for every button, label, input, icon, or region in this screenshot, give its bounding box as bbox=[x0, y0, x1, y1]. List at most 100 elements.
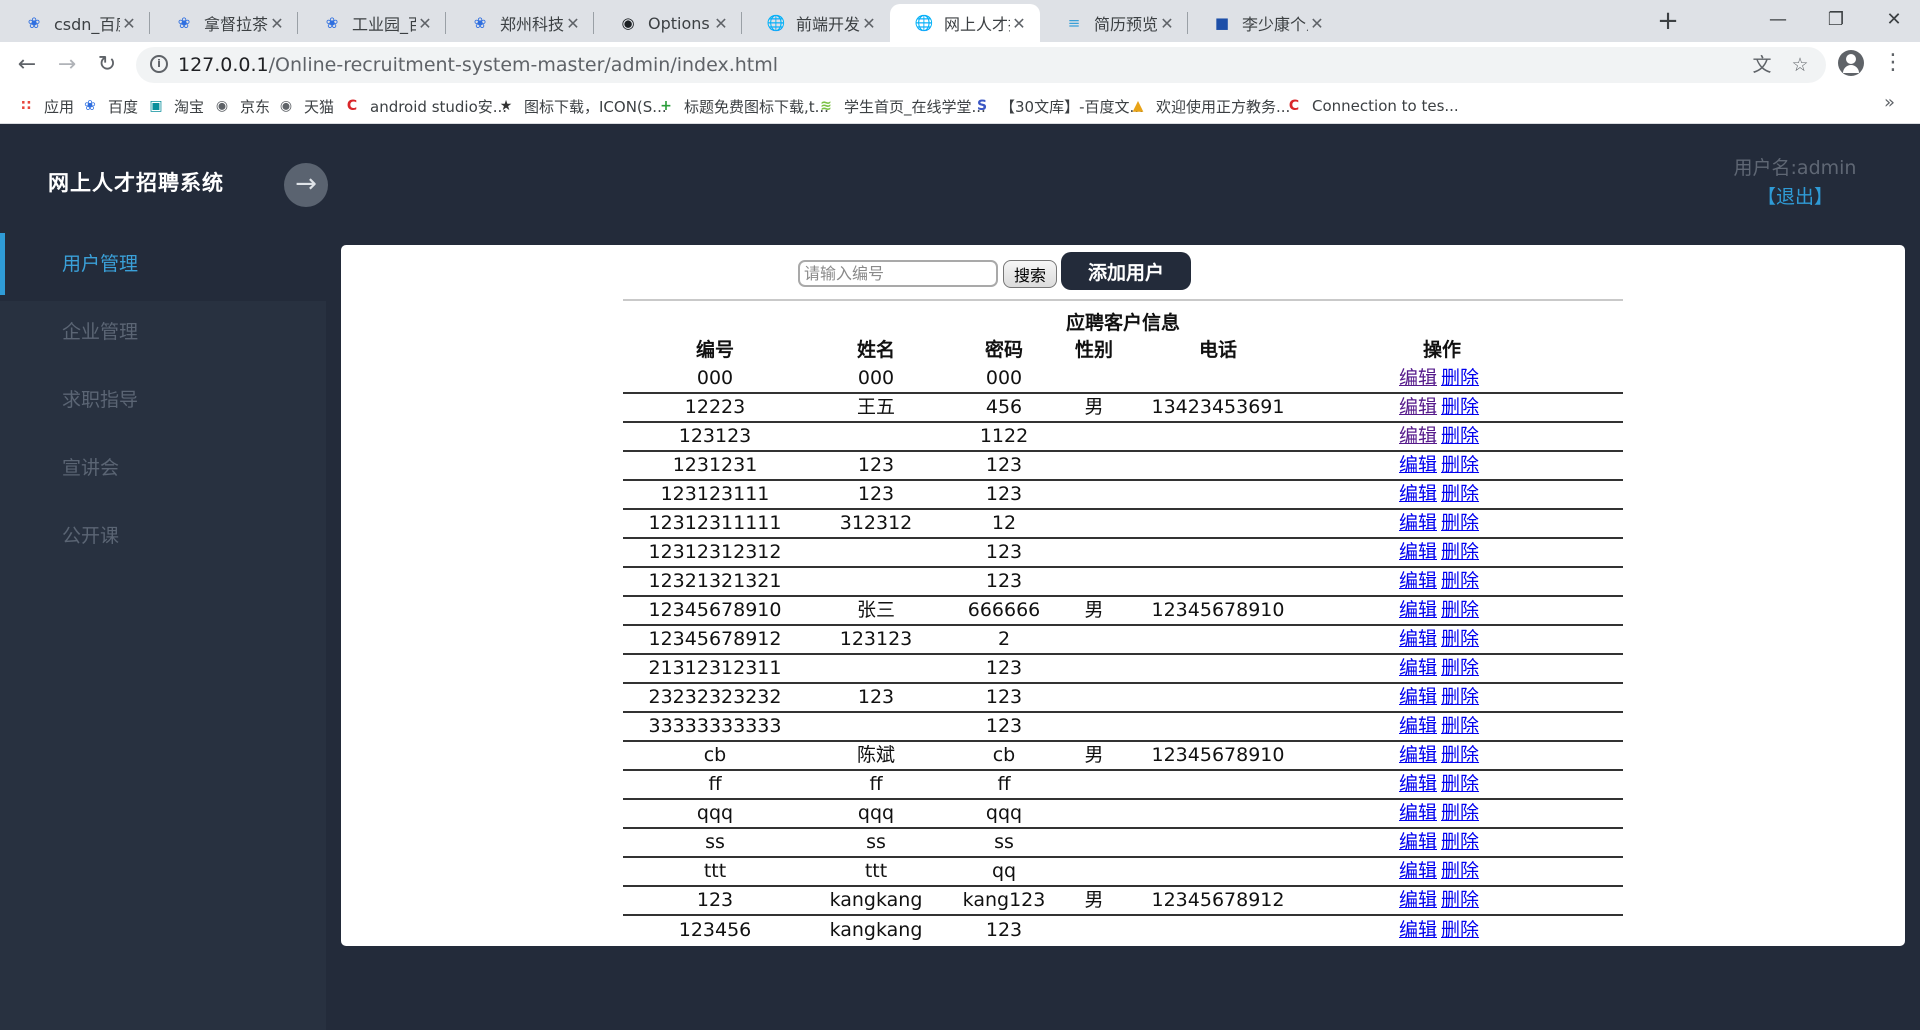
close-window-icon[interactable]: ✕ bbox=[1864, 0, 1920, 42]
browser-tab[interactable]: ≡ 简历预览-网上✕ bbox=[1040, 4, 1188, 42]
close-tab-icon[interactable]: ✕ bbox=[416, 14, 434, 33]
bookmark-item[interactable]: ◉ 天猫 bbox=[276, 94, 334, 118]
bookmark-item[interactable]: S 【30文库】-百度文... bbox=[972, 94, 1144, 118]
csdn-icon: C bbox=[346, 98, 358, 114]
edit-link[interactable]: 编辑 bbox=[1399, 541, 1437, 563]
delete-link[interactable]: 删除 bbox=[1441, 686, 1479, 708]
browser-tab[interactable]: ❀ 郑州科技学院✕ bbox=[446, 4, 594, 42]
close-tab-icon[interactable]: ✕ bbox=[860, 14, 878, 33]
delete-link[interactable]: 删除 bbox=[1441, 541, 1479, 563]
edit-link[interactable]: 编辑 bbox=[1399, 657, 1437, 679]
edit-link[interactable]: 编辑 bbox=[1399, 802, 1437, 824]
edit-link[interactable]: 编辑 bbox=[1399, 599, 1437, 621]
maximize-icon[interactable]: ❐ bbox=[1806, 0, 1866, 42]
bookmark-item[interactable]: ▣ 淘宝 bbox=[146, 94, 204, 118]
delete-link[interactable]: 删除 bbox=[1441, 831, 1479, 853]
bookmark-item[interactable]: ≋ 学生首页_在线学堂... bbox=[816, 94, 986, 118]
bookmark-item[interactable]: ▲ 欢迎使用正方教务... bbox=[1128, 94, 1291, 118]
delete-link[interactable]: 删除 bbox=[1441, 570, 1479, 592]
edit-link[interactable]: 编辑 bbox=[1399, 570, 1437, 592]
profile-avatar-icon[interactable] bbox=[1838, 50, 1864, 76]
edit-link[interactable]: 编辑 bbox=[1399, 860, 1437, 882]
user-info: 用户名:admin 【退出】 bbox=[1700, 153, 1890, 209]
add-user-button[interactable]: 添加用户 bbox=[1061, 252, 1191, 290]
bookmark-star-icon[interactable]: ☆ bbox=[1788, 54, 1812, 78]
bookmark-item[interactable]: ❀ 百度 bbox=[80, 94, 138, 118]
browser-tab[interactable]: 🌐 网上人才招聘✕ bbox=[890, 4, 1040, 42]
close-tab-icon[interactable]: ✕ bbox=[564, 14, 582, 33]
logout-link[interactable]: 【退出】 bbox=[1700, 182, 1890, 209]
browser-tab[interactable]: ■ 李少康个人简✕ bbox=[1188, 4, 1338, 42]
sidebar-item-company-management[interactable]: 企业管理 bbox=[0, 301, 326, 369]
edit-link[interactable]: 编辑 bbox=[1399, 628, 1437, 650]
translate-icon[interactable]: 文 bbox=[1750, 54, 1774, 78]
bookmark-item[interactable]: ★ 图标下载，ICON(S... bbox=[496, 94, 667, 118]
delete-link[interactable]: 删除 bbox=[1441, 425, 1479, 447]
search-button[interactable]: 搜索 bbox=[1003, 260, 1057, 288]
delete-link[interactable]: 删除 bbox=[1441, 454, 1479, 476]
delete-link[interactable]: 删除 bbox=[1441, 744, 1479, 766]
bookmark-item[interactable]: C Connection to tes... bbox=[1284, 94, 1459, 118]
delete-link[interactable]: 删除 bbox=[1441, 628, 1479, 650]
edit-link[interactable]: 编辑 bbox=[1399, 773, 1437, 795]
edit-link[interactable]: 编辑 bbox=[1399, 367, 1437, 389]
delete-link[interactable]: 删除 bbox=[1441, 483, 1479, 505]
address-bar[interactable]: i 127.0.0.1/Online-recruitment-system-ma… bbox=[136, 47, 1826, 83]
browser-menu-icon[interactable]: ⋮ bbox=[1882, 50, 1904, 76]
url-text[interactable]: 127.0.0.1/Online-recruitment-system-mast… bbox=[178, 54, 778, 76]
close-tab-icon[interactable]: ✕ bbox=[1308, 14, 1326, 33]
edit-link[interactable]: 编辑 bbox=[1399, 744, 1437, 766]
cell-actions: 编辑 删除 bbox=[1311, 653, 1623, 683]
minimize-icon[interactable]: — bbox=[1748, 0, 1808, 42]
delete-link[interactable]: 删除 bbox=[1441, 889, 1479, 911]
arrow-right-icon[interactable]: → bbox=[284, 163, 328, 207]
delete-link[interactable]: 删除 bbox=[1441, 919, 1479, 941]
close-tab-icon[interactable]: ✕ bbox=[120, 14, 138, 33]
close-tab-icon[interactable]: ✕ bbox=[1158, 14, 1176, 33]
delete-link[interactable]: 删除 bbox=[1441, 773, 1479, 795]
site-info-icon[interactable]: i bbox=[150, 55, 168, 73]
bookmarks-overflow-icon[interactable]: » bbox=[1884, 92, 1895, 113]
bookmark-item[interactable]: + 标题免费图标下载,t... bbox=[656, 94, 829, 118]
browser-tab[interactable]: ◉ Options ✕ bbox=[594, 4, 742, 42]
sidebar-item-job-guidance[interactable]: 求职指导 bbox=[0, 369, 326, 437]
close-tab-icon[interactable]: ✕ bbox=[1010, 14, 1028, 33]
edit-link[interactable]: 编辑 bbox=[1399, 425, 1437, 447]
forward-icon[interactable]: → bbox=[50, 48, 84, 82]
bookmark-item[interactable]: Candroid studio安... bbox=[342, 94, 507, 118]
edit-link[interactable]: 编辑 bbox=[1399, 396, 1437, 418]
sidebar-item-user-management[interactable]: 用户管理 bbox=[0, 233, 326, 301]
back-icon[interactable]: ← bbox=[10, 48, 44, 82]
browser-tab[interactable]: ❀ 工业园_百度图✕ bbox=[298, 4, 446, 42]
close-tab-icon[interactable]: ✕ bbox=[712, 14, 730, 33]
cell-phone bbox=[1125, 566, 1311, 596]
edit-link[interactable]: 编辑 bbox=[1399, 483, 1437, 505]
close-tab-icon[interactable]: ✕ bbox=[268, 14, 286, 33]
bookmark-item[interactable]: ∷ 应用 bbox=[16, 94, 74, 118]
browser-tab[interactable]: ❀ csdn_百度搜索✕ bbox=[0, 4, 150, 42]
bookmark-item[interactable]: ◉ 京东 bbox=[212, 94, 270, 118]
delete-link[interactable]: 删除 bbox=[1441, 802, 1479, 824]
edit-link[interactable]: 编辑 bbox=[1399, 919, 1437, 941]
edit-link[interactable]: 编辑 bbox=[1399, 889, 1437, 911]
table-row: 1231231 123 123 编辑 删除 bbox=[623, 450, 1623, 480]
delete-link[interactable]: 删除 bbox=[1441, 367, 1479, 389]
sidebar-item-career-talk[interactable]: 宣讲会 bbox=[0, 437, 326, 505]
new-tab-button[interactable]: + bbox=[1652, 6, 1684, 38]
delete-link[interactable]: 删除 bbox=[1441, 657, 1479, 679]
delete-link[interactable]: 删除 bbox=[1441, 396, 1479, 418]
reload-icon[interactable]: ↻ bbox=[90, 48, 124, 82]
browser-tab[interactable]: ❀ 拿督拉茶图片_✕ bbox=[150, 4, 298, 42]
delete-link[interactable]: 删除 bbox=[1441, 715, 1479, 737]
browser-tab[interactable]: 🌐 前端开发工程✕ bbox=[742, 4, 890, 42]
delete-link[interactable]: 删除 bbox=[1441, 512, 1479, 534]
edit-link[interactable]: 编辑 bbox=[1399, 715, 1437, 737]
sidebar-item-open-course[interactable]: 公开课 bbox=[0, 505, 326, 573]
delete-link[interactable]: 删除 bbox=[1441, 599, 1479, 621]
edit-link[interactable]: 编辑 bbox=[1399, 686, 1437, 708]
delete-link[interactable]: 删除 bbox=[1441, 860, 1479, 882]
edit-link[interactable]: 编辑 bbox=[1399, 512, 1437, 534]
search-input[interactable] bbox=[798, 260, 998, 287]
edit-link[interactable]: 编辑 bbox=[1399, 831, 1437, 853]
edit-link[interactable]: 编辑 bbox=[1399, 454, 1437, 476]
